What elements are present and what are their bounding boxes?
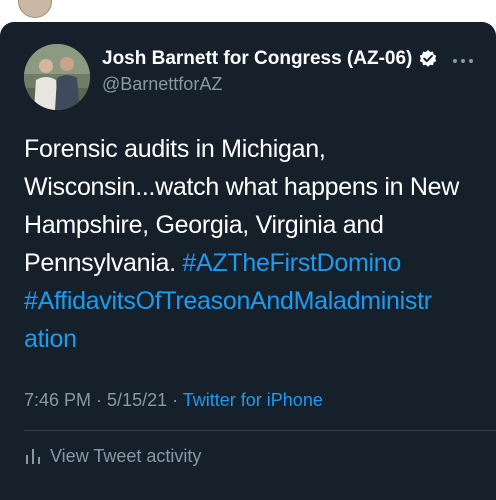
tweet-meta: 7:46 PM · 5/15/21 · Twitter for iPhone bbox=[24, 390, 323, 411]
tweet-time: 7:46 PM bbox=[24, 390, 92, 410]
author-handle[interactable]: @BarnettforAZ bbox=[102, 74, 436, 95]
verified-badge-icon bbox=[418, 49, 438, 69]
hashtag-affidavits-line2[interactable]: ation bbox=[24, 325, 77, 353]
tweet-text: Forensic audits in Michigan, Wisconsin..… bbox=[24, 130, 474, 358]
view-tweet-activity-button[interactable]: View Tweet activity bbox=[24, 442, 201, 470]
divider bbox=[24, 430, 496, 431]
author-avatar[interactable] bbox=[24, 44, 90, 110]
meta-separator: · bbox=[91, 390, 108, 410]
view-tweet-activity-label: View Tweet activity bbox=[50, 445, 202, 466]
hashtag-az-the-first-domino[interactable]: #AZTheFirstDomino bbox=[182, 249, 401, 277]
tweet-detail: Josh Barnett for Congress (AZ-06) @Barne… bbox=[0, 22, 496, 500]
author-info: Josh Barnett for Congress (AZ-06) @Barne… bbox=[102, 46, 438, 95]
meta-separator: · bbox=[167, 390, 183, 410]
hashtag-affidavits-line1[interactable]: #AffidavitsOfTreasonAndMaladministr bbox=[24, 287, 432, 315]
tweet-source-link[interactable]: Twitter for iPhone bbox=[183, 390, 323, 410]
previous-tweet-avatar[interactable] bbox=[18, 0, 52, 18]
author-display-name[interactable]: Josh Barnett for Congress (AZ-06) bbox=[102, 48, 412, 70]
more-options-icon[interactable] bbox=[452, 52, 474, 63]
tweet-date: 5/15/21 bbox=[107, 390, 168, 410]
tweet-activity-icon bbox=[24, 447, 42, 465]
author-name-row: Josh Barnett for Congress (AZ-06) bbox=[102, 46, 438, 72]
previous-tweet-strip bbox=[0, 0, 496, 22]
author-avatar-photo bbox=[24, 44, 90, 110]
